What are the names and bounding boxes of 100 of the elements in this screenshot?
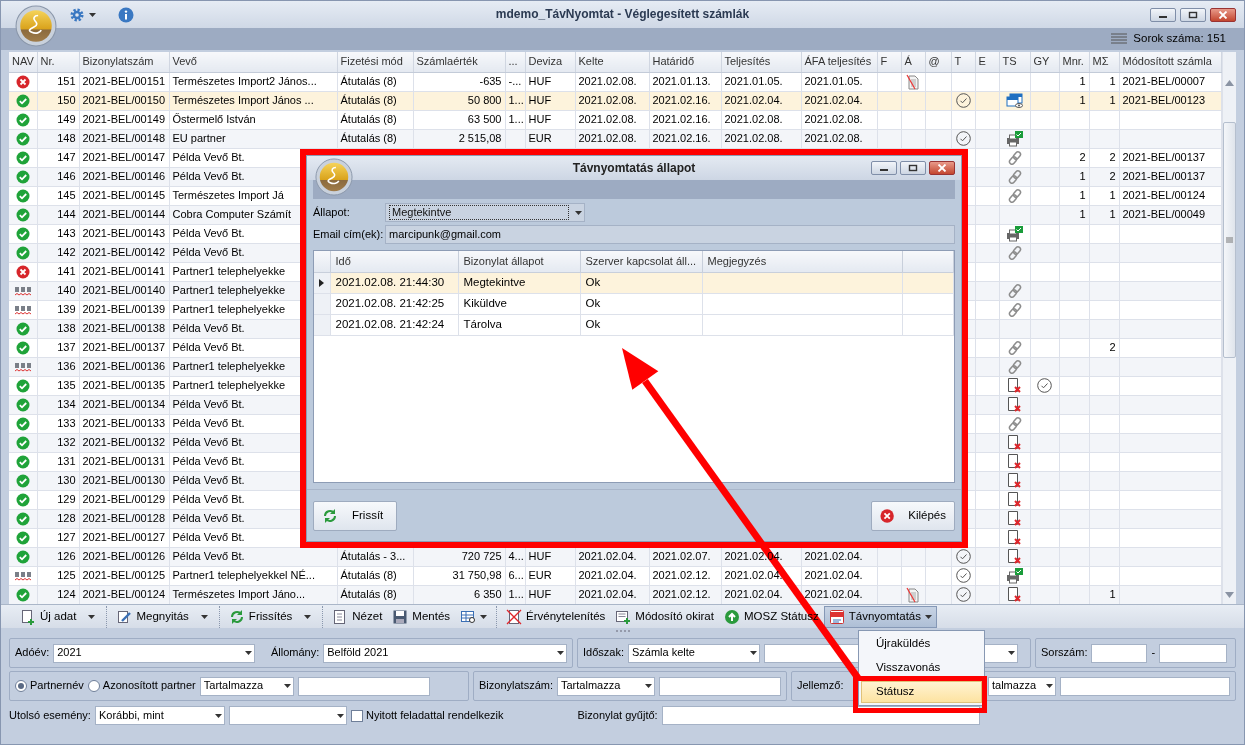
caret-icon <box>89 12 96 17</box>
column-header[interactable]: F <box>877 52 901 72</box>
table-row[interactable]: 150 2021-BEL/00150 Természetes Import János ... Átutalás (8) 50 800 1... HUF 2021.02.08. 2021.02.16. 2021.02.04. 2021.02.04. 1 1 2021-BEL/00123 <box>9 91 1221 110</box>
table-row[interactable]: 125 2021-BEL/00125 Partner1 telephelyekkel NÉ... Átutalás (8) 31 750,98 6... EUR 2021.02.04. 2021.02.12. 2021.02.04. 2021.02.04. <box>9 566 1221 585</box>
table-cell: 148 <box>57 131 76 144</box>
scroll-down-icon[interactable] <box>1224 592 1234 598</box>
column-header[interactable]: Kelte <box>575 52 649 72</box>
event-select[interactable]: Korábbi, mint <box>94 706 225 725</box>
table-cell: 1... <box>508 112 524 125</box>
field-label: Bizonylatszám: <box>479 679 553 693</box>
toolbar-button[interactable]: Mentés <box>387 605 456 628</box>
store-select[interactable]: Belföld 2021 <box>323 643 567 663</box>
column-header[interactable]: Á <box>901 52 925 72</box>
minimize-button[interactable] <box>1150 7 1176 22</box>
column-header[interactable]: Vevő <box>169 52 337 72</box>
toolbar-button[interactable]: Új adat <box>15 605 82 628</box>
info-icon[interactable] <box>118 6 134 23</box>
column-header[interactable]: Idő <box>330 251 458 272</box>
menu-item[interactable]: Státusz <box>861 681 982 703</box>
table-cell: 2021.01.13. <box>652 74 711 87</box>
column-header[interactable]: T <box>951 52 975 72</box>
close-button[interactable] <box>1210 7 1236 22</box>
text-field[interactable] <box>1091 643 1148 663</box>
column-header[interactable]: Bizonylat állapot <box>458 251 580 272</box>
column-header[interactable]: Deviza <box>525 52 575 72</box>
scrollbar-thumb[interactable] <box>1222 122 1236 358</box>
table-cell: 2021.02.16. <box>652 112 711 125</box>
minimize-button[interactable] <box>871 161 897 175</box>
toolbar-button[interactable]: Frissítés <box>223 605 298 628</box>
column-header[interactable]: Szerver kapcsolat áll... <box>580 251 702 272</box>
caret-icon <box>1046 684 1053 688</box>
toolbar-button[interactable]: Megnyitás <box>111 605 194 628</box>
match-select[interactable]: talmazza <box>988 676 1056 696</box>
toolbar-button[interactable]: Érvénytelenítés <box>501 605 611 628</box>
table-cell: Természetes Import2 János... <box>172 74 317 87</box>
settings-icon[interactable] <box>69 6 85 23</box>
table-row[interactable]: 148 2021-BEL/00148 EU partner Átutalás (8) 2 515,08 EUR 2021.02.08. 2021.02.16. 2021.02.08. 2021.02.08. <box>9 129 1221 148</box>
radio-button[interactable] <box>15 680 27 692</box>
table-cell: 128 <box>57 511 76 524</box>
table-cell: Átutalás (8) <box>340 131 397 144</box>
scroll-up-icon[interactable] <box>1224 80 1234 86</box>
checkbox-option[interactable]: Nyitott feladattal rendelkezik <box>350 708 504 723</box>
column-header[interactable]: E <box>975 52 999 72</box>
column-header[interactable]: GY <box>1030 52 1059 72</box>
text-field[interactable] <box>297 676 430 696</box>
table-cell: 149 <box>57 112 76 125</box>
text-field[interactable] <box>659 676 781 696</box>
column-header[interactable]: Teljesítés <box>721 52 801 72</box>
radio-button[interactable] <box>87 680 100 692</box>
year-select[interactable]: 2021 <box>53 643 255 663</box>
text-field[interactable] <box>1159 643 1228 663</box>
column-header[interactable]: Megjegyzés <box>702 251 902 272</box>
column-header[interactable]: Számlaérték <box>413 52 505 72</box>
table-row[interactable]: 2021.02.08. 21:44:30 Megtekintve Ok <box>314 272 954 293</box>
radio-option[interactable]: Azonosított partner <box>87 679 196 693</box>
maximize-button[interactable] <box>1180 7 1206 22</box>
match-select[interactable]: Tartalmazza <box>557 676 655 696</box>
menu-item[interactable]: Visszavonás <box>861 657 982 679</box>
table-cell: 131 <box>57 454 76 467</box>
period-select[interactable]: Számla kelte <box>627 643 760 663</box>
column-header[interactable]: NAV <box>9 52 37 72</box>
table-row[interactable]: 2021.02.08. 21:42:25 Kiküldve Ok <box>314 293 954 314</box>
match-select[interactable]: Tartalmazza <box>199 676 294 696</box>
table-cell: -... <box>508 74 522 87</box>
table-row[interactable]: 149 2021-BEL/00149 Őstermelő István Átutalás (8) 63 500 1... HUF 2021.02.08. 2021.02.16. 2021.02.08. 2021.02.08. <box>9 110 1221 129</box>
email-field[interactable]: marcipunk@gmail.com <box>385 225 955 244</box>
table-row[interactable]: 124 2021-BEL/00124 Természetes Import Jáno... Átutalás (8) 6 350 1... HUF 2021.02.04. 2021.02.12. 2021.02.04. 2021.02.04. 1 <box>9 585 1221 604</box>
table-cell: 2021-BEL/00126 <box>82 549 166 562</box>
table-row[interactable]: 151 2021-BEL/00151 Természetes Import2 János... Átutalás (8) -635 -... HUF 2021.02.08. 2021.01.13. 2021.01.05. 2021.01.05. 1 1 2021-BEL/00007 <box>9 72 1221 91</box>
column-header[interactable]: TS <box>999 52 1030 72</box>
table-row[interactable]: 2021.02.08. 21:42:24 Tárolva Ok <box>314 314 954 335</box>
column-header[interactable]: Fizetési mód <box>337 52 413 72</box>
text-field[interactable] <box>1060 676 1230 696</box>
maximize-button[interactable] <box>900 161 926 175</box>
column-header[interactable]: @ <box>925 52 951 72</box>
printer-icon <box>1006 567 1023 584</box>
toolbar-button[interactable]: Módosító okirat <box>610 605 719 628</box>
menu-item[interactable]: Újraküldés <box>861 633 982 655</box>
table-cell: EUR <box>528 131 552 144</box>
column-header[interactable]: Határidő <box>649 52 721 72</box>
table-cell: Példa Vevő Bt. <box>172 226 245 239</box>
column-header[interactable]: ... <box>505 52 525 72</box>
radio-option[interactable]: Partnernév <box>15 679 84 693</box>
toolbar-button[interactable]: Nézet <box>327 605 388 628</box>
close-button[interactable] <box>929 161 955 175</box>
table-cell: 2021.01.05. <box>804 74 863 87</box>
checkbox[interactable] <box>350 709 363 722</box>
dropdown-field[interactable] <box>228 706 347 725</box>
dropdown-button[interactable]: Távnyomtatás <box>823 605 937 628</box>
check-circle-icon <box>15 473 30 488</box>
dialog-button[interactable]: Kilépés <box>871 500 955 531</box>
table-cell: 2021-BEL/00144 <box>82 207 166 220</box>
column-header[interactable]: Mnr. <box>1059 52 1089 72</box>
new-document-icon <box>20 608 36 625</box>
column-header[interactable]: Módosított számla <box>1119 52 1221 72</box>
column-header[interactable]: MΣ <box>1089 52 1119 72</box>
column-header[interactable]: Bizonylatszám <box>79 52 169 72</box>
dialog-button[interactable]: Frissít <box>313 500 397 531</box>
column-header[interactable]: ÁFA teljesítés <box>801 52 877 72</box>
column-header[interactable]: Nr. <box>37 52 79 72</box>
